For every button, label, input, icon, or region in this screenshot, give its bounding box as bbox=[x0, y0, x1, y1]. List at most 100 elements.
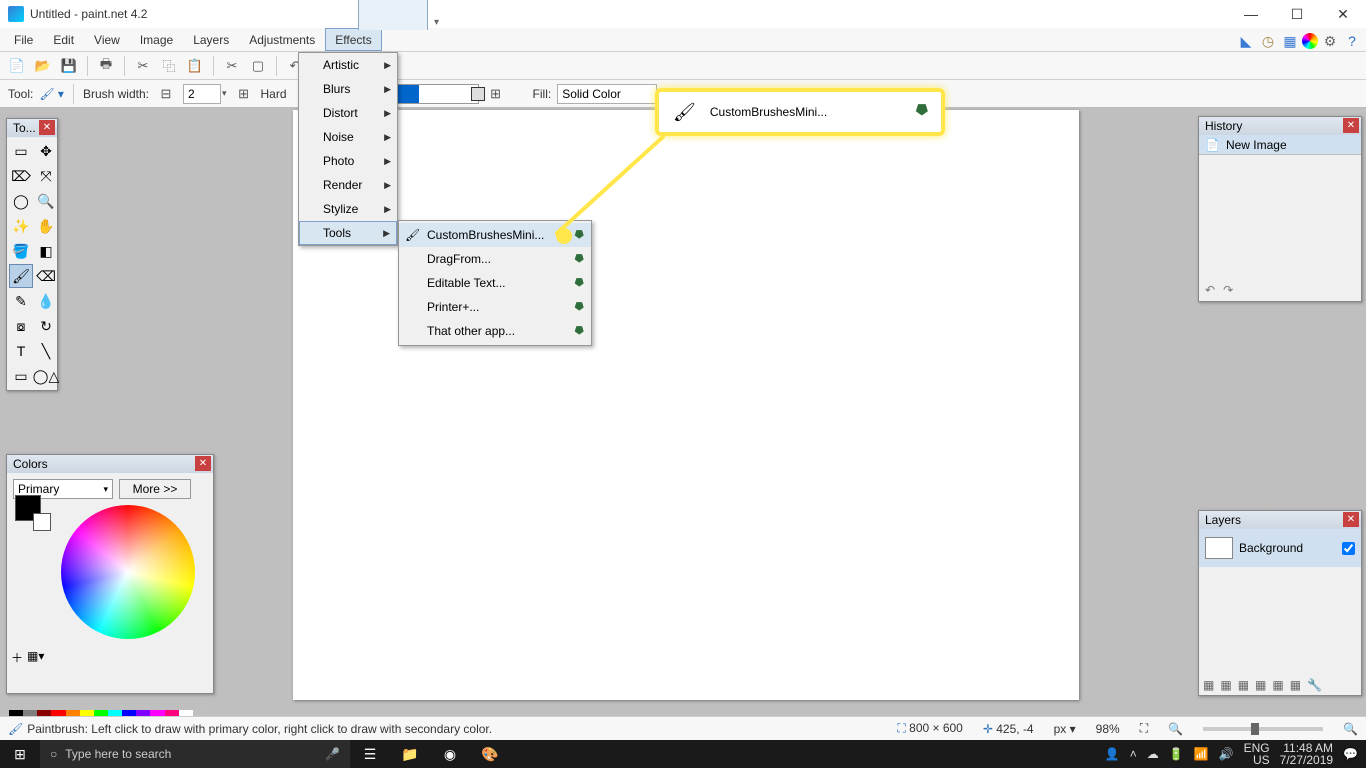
move-down-icon[interactable]: ▦ bbox=[1290, 678, 1301, 692]
tools-window-icon[interactable]: ◣ bbox=[1236, 32, 1256, 50]
chevron-down-icon[interactable]: ▾ bbox=[222, 88, 227, 99]
redo-icon[interactable]: ↷ bbox=[1223, 283, 1233, 297]
move-up-icon[interactable]: ▦ bbox=[1272, 678, 1283, 692]
new-button[interactable]: 📄 bbox=[6, 55, 28, 77]
document-tab[interactable] bbox=[358, 0, 428, 30]
tab-dropdown-icon[interactable]: ▾ bbox=[434, 17, 439, 28]
file-explorer-icon[interactable]: 📁 bbox=[390, 740, 430, 768]
tool-gradient[interactable]: ◧ bbox=[34, 239, 58, 263]
effects-item-stylize[interactable]: Stylize▶ bbox=[299, 197, 397, 221]
menu-edit[interactable]: Edit bbox=[43, 28, 84, 51]
tools-subitem[interactable]: Printer+...⯂ bbox=[399, 295, 591, 319]
layers-window-icon[interactable]: ▦ bbox=[1280, 32, 1300, 50]
canvas[interactable] bbox=[293, 110, 1079, 700]
tool-pencil[interactable]: ✎ bbox=[9, 289, 33, 313]
tool-paint-bucket[interactable]: 🪣 bbox=[9, 239, 33, 263]
maximize-button[interactable]: ☐ bbox=[1274, 0, 1320, 28]
colors-window-icon[interactable] bbox=[1302, 33, 1318, 49]
add-layer-icon[interactable]: ▦ bbox=[1203, 678, 1214, 692]
menu-view[interactable]: View bbox=[84, 28, 130, 51]
settings-icon[interactable]: ⚙ bbox=[1320, 32, 1340, 50]
panel-close-button[interactable]: ✕ bbox=[39, 120, 55, 135]
tool-color-picker[interactable]: 💧 bbox=[34, 289, 58, 313]
language-indicator[interactable]: ENGUS bbox=[1244, 742, 1270, 766]
crop-button[interactable]: ✂ bbox=[221, 55, 243, 77]
task-view-icon[interactable]: ☰ bbox=[350, 740, 390, 768]
save-button[interactable]: 💾 bbox=[58, 55, 80, 77]
tool-eraser[interactable]: ⌫ bbox=[34, 264, 58, 288]
battery-icon[interactable]: 🔋 bbox=[1169, 747, 1184, 761]
undo-icon[interactable]: ↶ bbox=[1205, 283, 1215, 297]
history-item[interactable]: 📄New Image bbox=[1199, 135, 1361, 155]
tools-subitem[interactable]: DragFrom...⯂ bbox=[399, 247, 591, 271]
status-zoom[interactable]: 98% bbox=[1096, 722, 1120, 736]
menu-file[interactable]: File bbox=[4, 28, 43, 51]
color-wheel[interactable] bbox=[61, 505, 195, 639]
tool-zoom[interactable]: 🔍 bbox=[34, 189, 58, 213]
tool-paintbrush[interactable]: 🖌 bbox=[9, 264, 33, 288]
tool-recolor[interactable]: ↻ bbox=[34, 314, 58, 338]
more-button[interactable]: More >> bbox=[119, 479, 191, 499]
tool-magic-wand[interactable]: ✨ bbox=[9, 214, 33, 238]
tools-subitem[interactable]: Editable Text...⯂ bbox=[399, 271, 591, 295]
wifi-icon[interactable]: 📶 bbox=[1194, 747, 1209, 761]
history-window-icon[interactable]: ◷ bbox=[1258, 32, 1278, 50]
panel-close-button[interactable]: ✕ bbox=[1343, 118, 1359, 133]
properties-icon[interactable]: 🔧 bbox=[1307, 678, 1322, 692]
paste-button[interactable]: 📋 bbox=[184, 55, 206, 77]
menu-layers[interactable]: Layers bbox=[183, 28, 239, 51]
onedrive-icon[interactable]: ☁ bbox=[1147, 747, 1159, 761]
layer-item[interactable]: Background bbox=[1199, 529, 1361, 567]
color-swatches[interactable] bbox=[15, 495, 41, 521]
print-button[interactable]: 🖶 bbox=[95, 55, 117, 77]
tool-icon[interactable]: 🖌 ▾ bbox=[39, 87, 64, 101]
tool-ellipse-select[interactable]: ◯ bbox=[9, 189, 33, 213]
effects-item-noise[interactable]: Noise▶ bbox=[299, 125, 397, 149]
fit-window-icon[interactable]: ⛶ bbox=[1140, 721, 1148, 736]
cut-button[interactable]: ✂ bbox=[132, 55, 154, 77]
duplicate-layer-icon[interactable]: ▦ bbox=[1238, 678, 1249, 692]
start-button[interactable]: ⊞ bbox=[0, 740, 40, 768]
effects-item-tools[interactable]: Tools▶ bbox=[299, 221, 397, 245]
status-unit[interactable]: px ▾ bbox=[1054, 722, 1076, 736]
tool-rectangle-select[interactable]: ▭ bbox=[9, 139, 33, 163]
tray-chevron-icon[interactable]: ˄ bbox=[1130, 747, 1137, 761]
mic-icon[interactable]: 🎤 bbox=[325, 747, 340, 761]
palette-icon[interactable]: ▦▾ bbox=[27, 649, 44, 666]
effects-item-render[interactable]: Render▶ bbox=[299, 173, 397, 197]
tool-pan[interactable]: ✋ bbox=[34, 214, 58, 238]
tool-lasso[interactable]: ⌦ bbox=[9, 164, 33, 188]
panel-close-button[interactable]: ✕ bbox=[1343, 512, 1359, 527]
clock[interactable]: 11:48 AM7/27/2019 bbox=[1280, 742, 1333, 766]
help-icon[interactable]: ? bbox=[1342, 32, 1362, 50]
tool-shapes[interactable]: ▭ bbox=[9, 364, 33, 388]
tool-text[interactable]: T bbox=[9, 339, 33, 363]
merge-layer-icon[interactable]: ▦ bbox=[1255, 678, 1266, 692]
zoom-slider[interactable] bbox=[1203, 727, 1323, 731]
brush-width-input[interactable] bbox=[183, 84, 221, 104]
deselect-button[interactable]: ▢ bbox=[247, 55, 269, 77]
effects-item-distort[interactable]: Distort▶ bbox=[299, 101, 397, 125]
notifications-icon[interactable]: 💬 bbox=[1343, 747, 1358, 761]
hardness-increase-icon[interactable]: ⊞ bbox=[485, 83, 507, 105]
effects-item-photo[interactable]: Photo▶ bbox=[299, 149, 397, 173]
chrome-icon[interactable]: ◉ bbox=[430, 740, 470, 768]
menu-adjustments[interactable]: Adjustments bbox=[239, 28, 325, 51]
tool-move[interactable]: ✥ bbox=[34, 139, 58, 163]
search-box[interactable]: ○ Type here to search 🎤 bbox=[40, 740, 350, 768]
effects-item-artistic[interactable]: Artistic▶ bbox=[299, 53, 397, 77]
minimize-button[interactable]: — bbox=[1228, 0, 1274, 28]
layer-visible-checkbox[interactable] bbox=[1342, 542, 1355, 555]
tools-subitem[interactable]: That other app...⯂ bbox=[399, 319, 591, 343]
slider-handle-icon[interactable] bbox=[471, 87, 485, 101]
tool-clone-stamp[interactable]: ⧇ bbox=[9, 314, 33, 338]
people-icon[interactable]: 👤 bbox=[1105, 747, 1120, 761]
menu-effects[interactable]: Effects bbox=[325, 28, 381, 51]
open-button[interactable]: 📂 bbox=[32, 55, 54, 77]
paintnet-taskbar-icon[interactable]: 🎨 bbox=[470, 740, 510, 768]
close-button[interactable]: ✕ bbox=[1320, 0, 1366, 28]
tool-line[interactable]: ╲ bbox=[34, 339, 58, 363]
add-color-icon[interactable]: ＋ bbox=[11, 649, 23, 666]
effects-item-blurs[interactable]: Blurs▶ bbox=[299, 77, 397, 101]
zoom-out-icon[interactable]: 🔍 bbox=[1168, 722, 1183, 736]
